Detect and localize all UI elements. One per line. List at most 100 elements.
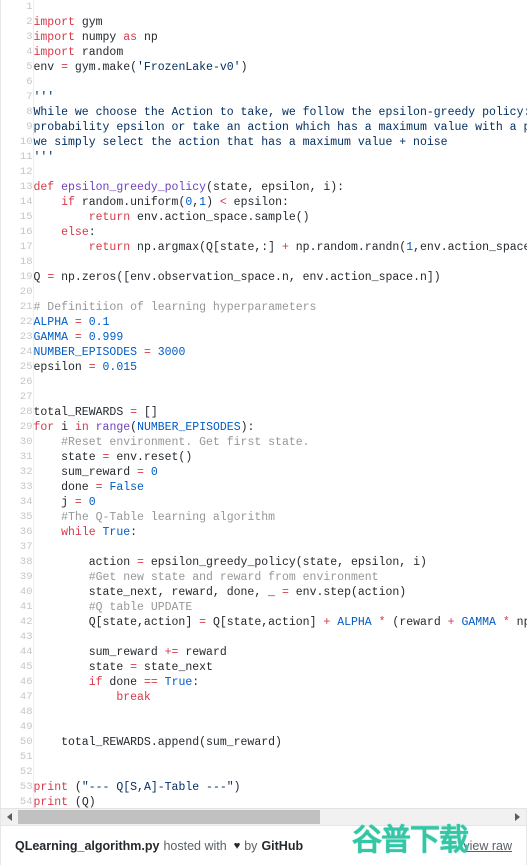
line-content[interactable] xyxy=(33,165,527,180)
code-token: env.step(action) xyxy=(288,586,407,599)
line-content[interactable]: done = False xyxy=(33,480,527,495)
line-number: 35 xyxy=(1,510,34,525)
code-token: return xyxy=(88,211,131,224)
code-token: #Q table UPDATE xyxy=(88,601,193,614)
line-number: 33 xyxy=(1,480,34,495)
code-line: 36 while True: xyxy=(1,525,527,540)
code-token: = xyxy=(74,496,82,509)
line-content[interactable]: import numpy as np xyxy=(33,30,527,45)
line-content[interactable] xyxy=(33,705,527,720)
line-content[interactable]: #Q table UPDATE xyxy=(33,600,527,615)
line-content[interactable]: return env.action_space.sample() xyxy=(33,210,527,225)
scrollbar-thumb[interactable] xyxy=(18,809,320,824)
view-raw-link[interactable]: view raw xyxy=(463,839,512,853)
line-content[interactable]: state = state_next xyxy=(33,660,527,675)
code-token: np xyxy=(137,31,158,44)
code-viewport[interactable]: 1 2 import gym 3 import numpy as np 4 import … xyxy=(0,0,527,808)
heart-icon: ♥ xyxy=(233,839,241,852)
line-content[interactable]: def epsilon_greedy_policy(state, epsilon… xyxy=(33,180,527,195)
line-content[interactable]: import random xyxy=(33,45,527,60)
horizontal-scrollbar[interactable] xyxy=(0,808,527,826)
line-content[interactable]: #The Q-Table learning algorithm xyxy=(33,510,527,525)
code-token: NUMBER_EPISODES xyxy=(137,421,241,434)
line-content[interactable]: else: xyxy=(33,225,527,240)
line-content[interactable]: return np.argmax(Q[state,:] + np.random.… xyxy=(33,240,527,255)
line-content[interactable] xyxy=(33,720,527,735)
line-content[interactable] xyxy=(33,255,527,270)
code-token: probability epsilon or take an action wh… xyxy=(33,121,527,134)
line-content[interactable]: we simply select the action that has a m… xyxy=(33,135,527,150)
code-line: 29 for i in range(NUMBER_EPISODES): xyxy=(1,420,527,435)
line-content[interactable]: ALPHA = 0.1 xyxy=(33,315,527,330)
code-token: state xyxy=(33,451,103,464)
code-line: 17 return np.argmax(Q[state,:] + np.rand… xyxy=(1,240,527,255)
line-content[interactable]: j = 0 xyxy=(33,495,527,510)
line-content[interactable]: Q[state,action] = Q[state,action] + ALPH… xyxy=(33,615,527,630)
code-token: state_next, reward, done, _ xyxy=(33,586,282,599)
line-content[interactable]: action = epsilon_greedy_policy(state, ep… xyxy=(33,555,527,570)
code-token: ) xyxy=(206,196,220,209)
line-content[interactable]: ''' xyxy=(33,150,527,165)
line-content[interactable] xyxy=(33,285,527,300)
code-token: in xyxy=(74,421,89,434)
line-content[interactable]: if done == True: xyxy=(33,675,527,690)
line-content[interactable]: import gym xyxy=(33,15,527,30)
line-number: 38 xyxy=(1,555,34,570)
code-token: done xyxy=(102,676,144,689)
line-content[interactable]: # Definitiion of learning hyperparameter… xyxy=(33,300,527,315)
code-token: = xyxy=(74,331,82,344)
line-content[interactable]: sum_reward += reward xyxy=(33,645,527,660)
code-token: + xyxy=(447,616,455,629)
code-line: 15 return env.action_space.sample() xyxy=(1,210,527,225)
scrollbar-track[interactable] xyxy=(18,808,509,826)
code-token: if xyxy=(88,676,103,689)
line-content[interactable]: epsilon = 0.015 xyxy=(33,360,527,375)
gist-filename[interactable]: QLearning_algorithm.py xyxy=(15,839,159,853)
code-token: print xyxy=(33,796,69,808)
line-content[interactable] xyxy=(33,0,527,15)
line-content[interactable]: probability epsilon or take an action wh… xyxy=(33,120,527,135)
line-content[interactable]: #Reset environment. Get first state. xyxy=(33,435,527,450)
line-content[interactable] xyxy=(33,540,527,555)
line-content[interactable]: print ("--- Q[S,A]-Table ---") xyxy=(33,780,527,795)
line-content[interactable]: ''' xyxy=(33,90,527,105)
line-content[interactable]: NUMBER_EPISODES = 3000 xyxy=(33,345,527,360)
line-content[interactable]: break xyxy=(33,690,527,705)
line-number: 36 xyxy=(1,525,34,540)
code-token: ): xyxy=(240,421,255,434)
line-content[interactable]: state = env.reset() xyxy=(33,450,527,465)
code-token: 3000 xyxy=(157,346,186,359)
code-table: 1 2 import gym 3 import numpy as np 4 import … xyxy=(1,0,527,808)
line-content[interactable] xyxy=(33,765,527,780)
line-content[interactable]: env = gym.make('FrozenLake-v0') xyxy=(33,60,527,75)
line-content[interactable]: #Get new state and reward from environme… xyxy=(33,570,527,585)
line-content[interactable]: total_REWARDS = [] xyxy=(33,405,527,420)
line-content[interactable]: total_REWARDS.append(sum_reward) xyxy=(33,735,527,750)
line-content[interactable]: if random.uniform(0,1) < epsilon: xyxy=(33,195,527,210)
line-content[interactable]: While we choose the Action to take, we f… xyxy=(33,105,527,120)
line-content[interactable]: print (Q) xyxy=(33,795,527,808)
code-line: 6 xyxy=(1,75,527,90)
code-token: += xyxy=(164,646,179,659)
line-content[interactable] xyxy=(33,375,527,390)
line-content[interactable] xyxy=(33,390,527,405)
code-token: np.m xyxy=(516,616,527,629)
line-content[interactable]: state_next, reward, done, _ = env.step(a… xyxy=(33,585,527,600)
scroll-left-arrow-icon[interactable] xyxy=(1,808,18,826)
code-token: ) xyxy=(240,61,248,74)
line-content[interactable]: GAMMA = 0.999 xyxy=(33,330,527,345)
line-content[interactable]: Q = np.zeros([env.observation_space.n, e… xyxy=(33,270,527,285)
line-content[interactable] xyxy=(33,75,527,90)
code-line: 13 def epsilon_greedy_policy(state, epsil… xyxy=(1,180,527,195)
line-content[interactable]: for i in range(NUMBER_EPISODES): xyxy=(33,420,527,435)
line-content[interactable] xyxy=(33,630,527,645)
code-token: = xyxy=(137,466,144,479)
line-content[interactable]: sum_reward = 0 xyxy=(33,465,527,480)
code-token: for xyxy=(33,421,55,434)
scroll-right-arrow-icon[interactable] xyxy=(509,808,526,826)
line-content[interactable] xyxy=(33,750,527,765)
line-content[interactable]: while True: xyxy=(33,525,527,540)
